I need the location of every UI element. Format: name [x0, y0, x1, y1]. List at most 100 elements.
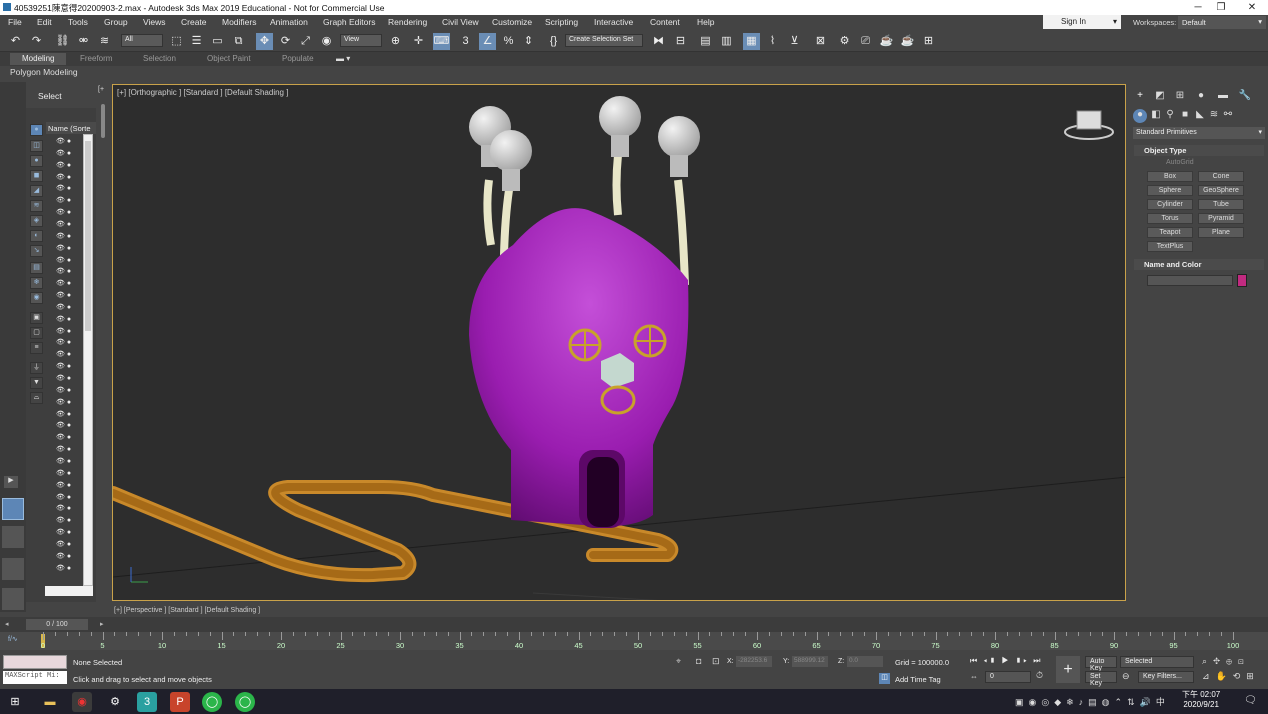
line-icon[interactable]: ◯: [202, 692, 222, 712]
visibility-eye-icon[interactable]: 👁︎: [56, 387, 65, 394]
render-dot-icon[interactable]: ●: [67, 150, 71, 157]
time-slider-right-icon[interactable]: ▸: [100, 620, 104, 628]
select-manipulate-icon[interactable]: ✛: [410, 33, 427, 50]
plane-button[interactable]: Plane: [1198, 227, 1244, 238]
visibility-eye-icon[interactable]: 👁︎: [56, 292, 65, 299]
torus-button[interactable]: Torus: [1147, 213, 1193, 224]
visibility-eye-icon[interactable]: 👁︎: [56, 162, 65, 169]
funnel-icon[interactable]: ▼: [30, 377, 43, 389]
configure-columns-icon[interactable]: ≡: [30, 342, 43, 354]
motion-tab-icon[interactable]: ●: [1194, 90, 1208, 104]
align-icon[interactable]: ⊟: [672, 33, 689, 50]
scene-object-row[interactable]: 👁︎ ●: [56, 374, 82, 384]
sort-icon[interactable]: ⌓: [30, 392, 43, 404]
render-dot-icon[interactable]: ●: [67, 339, 71, 346]
visibility-eye-icon[interactable]: 👁︎: [56, 339, 65, 346]
scene-object-row[interactable]: 👁︎ ●: [56, 504, 82, 514]
curve-editor-icon[interactable]: ⌇: [764, 33, 781, 50]
visibility-eye-icon[interactable]: 👁︎: [56, 138, 65, 145]
time-configuration-icon[interactable]: ⏱: [1036, 670, 1043, 681]
ribbon-options-icon[interactable]: ▬ ▾: [336, 54, 350, 63]
scene-object-row[interactable]: 👁︎ ●: [56, 220, 82, 230]
named-selection-set-dropdown[interactable]: Create Selection Set: [565, 34, 643, 47]
select-by-name-icon[interactable]: ☰: [188, 33, 205, 50]
scene-object-row[interactable]: 👁︎ ●: [56, 232, 82, 242]
visibility-eye-icon[interactable]: 👁︎: [56, 411, 65, 418]
windows-start-icon[interactable]: ⊞: [5, 692, 25, 712]
visibility-eye-icon[interactable]: 👁︎: [56, 529, 65, 536]
render-iterative-icon[interactable]: ☕: [899, 33, 916, 50]
expand-all-icon[interactable]: ▣: [30, 312, 43, 324]
key-filters-button[interactable]: Key Filters...: [1138, 671, 1194, 683]
visibility-eye-icon[interactable]: 👁︎: [56, 185, 65, 192]
undo-icon[interactable]: ↶: [7, 33, 24, 50]
track-bar[interactable]: f/∿ 0 5 10 15 20 25 30 35 40 45 50 55 60 65 70 75 80 85 90…: [0, 632, 1268, 650]
polygon-modeling-label[interactable]: Polygon Modeling: [10, 67, 78, 77]
tab-populate[interactable]: Populate: [282, 54, 314, 63]
scene-object-row[interactable]: 👁︎ ●: [56, 445, 82, 455]
teapot-button[interactable]: Teapot: [1147, 227, 1193, 238]
render-dot-icon[interactable]: ●: [67, 363, 71, 370]
render-dot-icon[interactable]: ●: [67, 458, 71, 465]
angle-snap-icon[interactable]: ∠: [479, 33, 496, 50]
time-tag-icon[interactable]: ◫: [879, 673, 890, 684]
geometry-category-icon[interactable]: ●: [1133, 109, 1147, 123]
scene-object-row[interactable]: 👁︎ ●: [56, 540, 82, 550]
visibility-eye-icon[interactable]: 👁︎: [56, 363, 65, 370]
scene-object-row[interactable]: 👁︎ ●: [56, 350, 82, 360]
render-dot-icon[interactable]: ●: [67, 233, 71, 240]
link-icon[interactable]: ⛓: [54, 33, 71, 50]
sign-in-dropdown[interactable]: Sign In ▾: [1043, 15, 1121, 29]
systems-category-icon[interactable]: ⚯: [1221, 109, 1235, 123]
visibility-eye-icon[interactable]: 👁︎: [56, 517, 65, 524]
toggle-ribbon-icon[interactable]: ▦: [743, 33, 760, 50]
viewport-navigation-icons[interactable]: ⌕✥⊕⊡: [1202, 656, 1250, 667]
visibility-eye-icon[interactable]: 👁︎: [56, 482, 65, 489]
visibility-eye-icon[interactable]: 👁︎: [56, 351, 65, 358]
render-dot-icon[interactable]: ●: [67, 138, 71, 145]
maxscript-listener-output[interactable]: [3, 655, 67, 669]
visibility-eye-icon[interactable]: 👁︎: [56, 328, 65, 335]
menu-content[interactable]: Content: [650, 17, 680, 27]
scene-object-row[interactable]: 👁︎ ●: [56, 516, 82, 526]
3dsmax-icon[interactable]: 3: [137, 692, 157, 712]
scene-object-row[interactable]: 👁︎ ●: [56, 196, 82, 206]
render-dot-icon[interactable]: ●: [67, 434, 71, 441]
perspective-viewport-label[interactable]: [+] [Perspective ] [Standard ] [Default …: [114, 607, 260, 614]
utilities-tab-icon[interactable]: 🔧: [1238, 90, 1252, 104]
pyramid-button[interactable]: Pyramid: [1198, 213, 1244, 224]
viewport-navigation-icons-2[interactable]: ⊿✋⟲⊞: [1202, 671, 1260, 682]
workspace-dropdown[interactable]: Default ▾: [1178, 16, 1266, 29]
display-cameras-icon[interactable]: ≋: [30, 200, 43, 212]
visibility-eye-icon[interactable]: 👁︎: [56, 399, 65, 406]
selection-lock-icon[interactable]: ◘: [696, 656, 701, 666]
scene-object-row[interactable]: 👁︎ ●: [56, 244, 82, 254]
render-dot-icon[interactable]: ●: [67, 422, 71, 429]
percent-snap-icon[interactable]: %: [500, 33, 517, 50]
display-groups-icon[interactable]: ↘: [30, 245, 43, 257]
menu-edit[interactable]: Edit: [37, 17, 52, 27]
render-dot-icon[interactable]: ●: [67, 553, 71, 560]
scene-object-row[interactable]: 👁︎ ●: [56, 256, 82, 266]
visibility-eye-icon[interactable]: 👁︎: [56, 375, 65, 382]
scene-object-row[interactable]: 👁︎ ●: [56, 433, 82, 443]
visibility-eye-icon[interactable]: 👁︎: [56, 209, 65, 216]
menu-customize[interactable]: Customize: [492, 17, 532, 27]
visibility-eye-icon[interactable]: 👁︎: [56, 280, 65, 287]
scene-list-scrollbar[interactable]: [83, 134, 93, 586]
menu-rendering[interactable]: Rendering: [388, 17, 427, 27]
render-dot-icon[interactable]: ●: [67, 541, 71, 548]
select-object-icon[interactable]: ⬚: [168, 33, 185, 50]
menu-scripting[interactable]: Scripting: [545, 17, 578, 27]
frame-counter[interactable]: 0 / 100: [26, 619, 88, 630]
visibility-eye-icon[interactable]: 👁︎: [56, 434, 65, 441]
powerpoint-icon[interactable]: P: [170, 692, 190, 712]
hierarchy-tab-icon[interactable]: ⊞: [1173, 90, 1187, 104]
render-dot-icon[interactable]: ●: [67, 375, 71, 382]
visibility-eye-icon[interactable]: 👁︎: [56, 150, 65, 157]
visibility-eye-icon[interactable]: 👁︎: [56, 422, 65, 429]
select-menu-label[interactable]: Select: [38, 91, 62, 101]
display-geometry-icon[interactable]: ●: [30, 155, 43, 167]
render-dot-icon[interactable]: ●: [67, 209, 71, 216]
file-explorer-icon[interactable]: ▬: [40, 692, 60, 712]
